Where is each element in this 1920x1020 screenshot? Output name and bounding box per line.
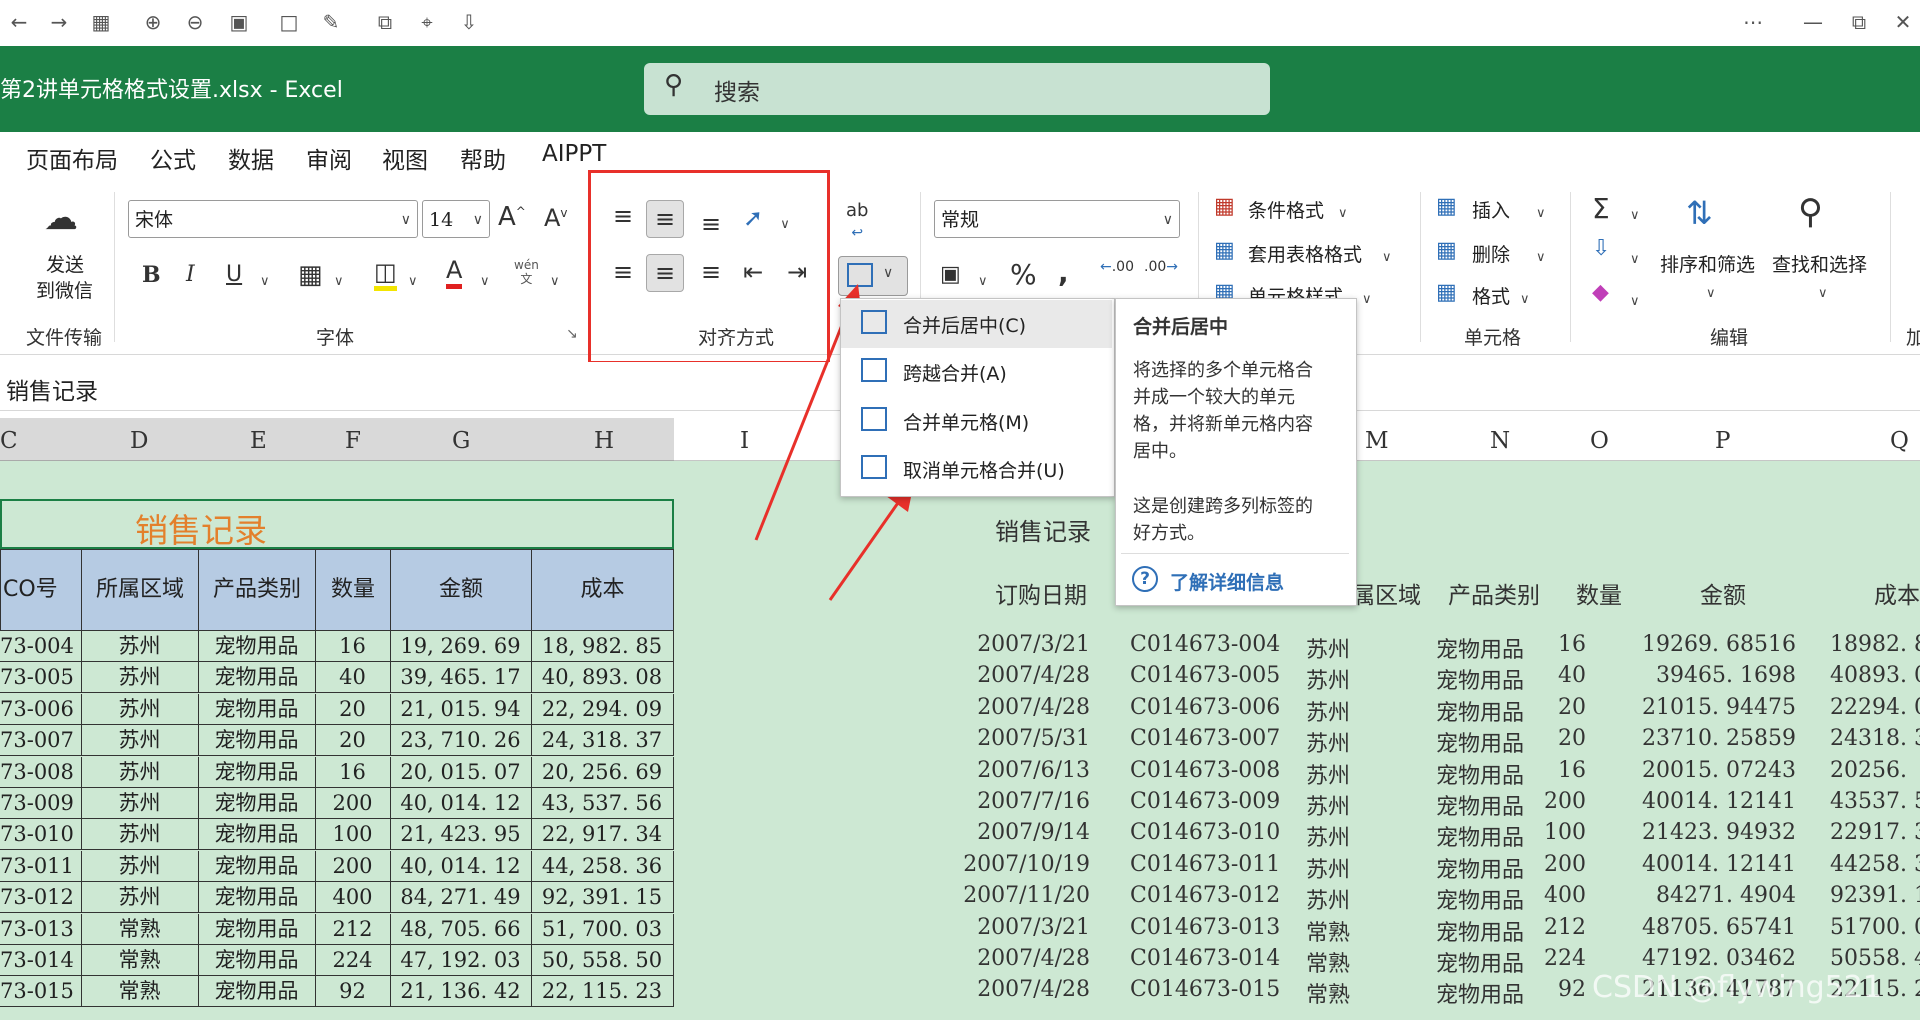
arrow-to-merge-button bbox=[754, 304, 852, 541]
learn-more-link[interactable]: 了解详细信息 bbox=[1170, 568, 1284, 595]
tooltip-body-line: 将选择的多个单元格合 bbox=[1133, 360, 1313, 381]
menu-item-merge-cells[interactable]: 合并单元格(M) bbox=[841, 397, 1112, 445]
unmerge-icon bbox=[861, 455, 887, 479]
tooltip-body-line: 居中。 bbox=[1133, 441, 1187, 462]
tooltip-body-line: 格，并将新单元格内容 bbox=[1133, 414, 1313, 435]
tooltip-tip-line: 好方式。 bbox=[1133, 523, 1205, 544]
tooltip-divider bbox=[1121, 553, 1349, 554]
menu-item-label: 取消单元格合并(U) bbox=[903, 460, 1065, 482]
menu-item-merge-across[interactable]: 跨越合并(A) bbox=[841, 348, 1112, 396]
merge-center-icon bbox=[861, 310, 887, 334]
tooltip-body-line: 并成一个较大的单元 bbox=[1133, 387, 1295, 408]
tooltip-title: 合并后居中 bbox=[1133, 316, 1229, 338]
menu-item-merge-center[interactable]: 合并后居中(C) bbox=[841, 300, 1112, 348]
watermark: CSDN @flywing521 bbox=[1592, 970, 1882, 1005]
menu-item-label: 合并后居中(C) bbox=[903, 315, 1027, 337]
menu-item-unmerge[interactable]: 取消单元格合并(U) bbox=[841, 445, 1112, 493]
help-icon[interactable]: ? bbox=[1132, 566, 1158, 592]
arrow-to-unmerge-item bbox=[828, 499, 902, 601]
menu-item-label: 跨越合并(A) bbox=[903, 363, 1007, 385]
merge-cells-icon bbox=[861, 407, 887, 431]
merge-across-icon bbox=[861, 358, 887, 382]
menu-item-label: 合并单元格(M) bbox=[903, 412, 1030, 434]
tooltip-tip-line: 这是创建跨多列标签的 bbox=[1133, 496, 1313, 517]
annotation-arrows bbox=[754, 284, 914, 601]
